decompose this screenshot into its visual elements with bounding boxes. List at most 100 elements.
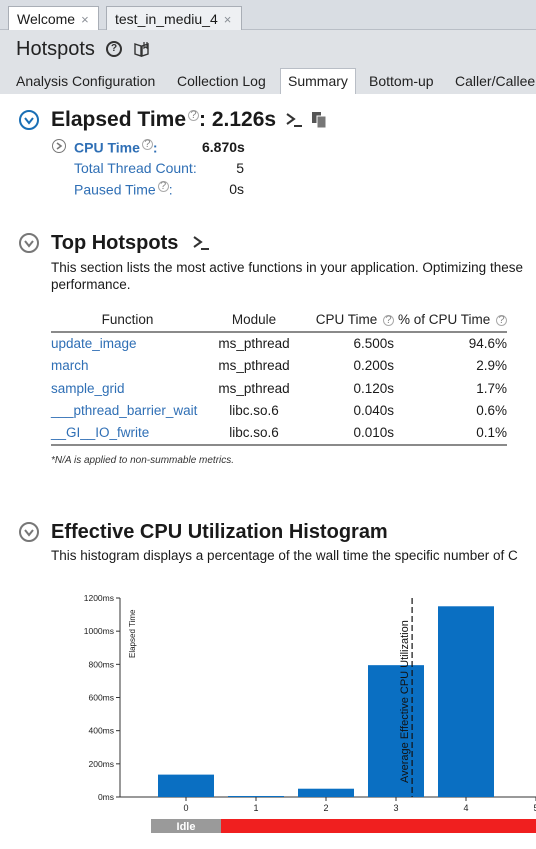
table-row: sample_grid ms_pthread 0.120s 1.7% [51, 377, 507, 400]
elapsed-time-label: Elapsed Time [51, 108, 187, 131]
module-cell: ms_pthread [218, 380, 290, 396]
cpu-time-cell: 0.010s [304, 422, 394, 446]
help-icon[interactable]: ? [141, 139, 153, 150]
module-cell: ms_pthread [218, 336, 290, 352]
help-icon[interactable]: ? [157, 181, 169, 192]
column-header-label: CPU Time [315, 312, 378, 327]
table-row: update_image ms_pthread 6.500s 94.6% [51, 332, 507, 355]
pct-cell: 2.9% [476, 358, 507, 374]
pct-cell: 1.7% [476, 380, 507, 396]
collapse-icon[interactable] [19, 110, 39, 130]
hotspots-table: Function Module CPU Time ? % of CPU Time… [51, 308, 507, 446]
editor-tab-welcome[interactable]: Welcome × [8, 6, 99, 30]
module-cell: ms_pthread [218, 358, 290, 374]
column-header-function[interactable]: Function [51, 308, 204, 333]
collapse-icon[interactable] [19, 522, 39, 542]
pct-cell: 0.1% [394, 422, 507, 446]
help-icon[interactable]: ? [106, 41, 122, 57]
help-icon[interactable]: ? [188, 110, 200, 121]
metric-suffix: : [168, 181, 173, 198]
editor-tab-label: test_in_mediu_4 [115, 11, 218, 27]
function-link[interactable]: march [51, 355, 204, 378]
idle-band-label: Idle [177, 821, 196, 833]
x-tick-label: 2 [323, 803, 328, 813]
y-tick-label: 800ms [88, 659, 114, 669]
x-tick-label: 3 [393, 803, 398, 813]
cpu-time-cell: 0.200s [353, 358, 394, 374]
book-icon[interactable] [133, 41, 150, 57]
x-tick-label: 4 [463, 803, 468, 813]
close-icon[interactable]: × [81, 12, 89, 27]
tab-analysis-configuration[interactable]: Analysis Configuration [16, 70, 155, 94]
close-icon[interactable]: × [224, 12, 232, 27]
metric-label: CPU Time [74, 139, 140, 156]
section-description: This histogram displays a percentage of … [51, 548, 518, 563]
y-tick-label: 600ms [88, 693, 114, 703]
function-link[interactable]: update_image [51, 332, 204, 355]
column-header-cpu-time[interactable]: CPU Time ? [304, 308, 394, 333]
histogram-chart: 0ms 200ms 400ms 600ms 800ms 1000ms 1200ms Elaps… [0, 590, 536, 849]
metric-label: Paused Time [74, 181, 156, 198]
function-link[interactable]: __GI__IO_fwrite [51, 422, 204, 446]
histogram-bar [368, 665, 424, 797]
histogram-heading: Effective CPU Utilization Histogram [51, 521, 388, 543]
metric-total-thread-count[interactable]: Total Thread Count: [74, 160, 197, 176]
metric-suffix: : [152, 139, 158, 156]
view-tabs: Analysis Configuration Collection Log Su… [0, 68, 536, 94]
table-row: ___pthread_barrier_wait libc.so.6 0.040s… [51, 400, 507, 423]
copy-icon[interactable] [311, 111, 329, 129]
column-header-module[interactable]: Module [204, 308, 304, 333]
y-tick-label: 0ms [98, 792, 114, 802]
metric-cpu-time-value: 6.870s [202, 139, 245, 155]
module-cell: libc.so.6 [204, 422, 304, 446]
summary-content: Elapsed Time?: 2.126s CPU Time?: 6.870s … [0, 94, 536, 849]
histogram-bar [158, 774, 214, 797]
section-description: performance. [51, 277, 131, 292]
command-line-icon[interactable] [285, 112, 303, 128]
function-link[interactable]: ___pthread_barrier_wait [51, 400, 204, 423]
tab-bottom-up[interactable]: Bottom-up [369, 70, 434, 94]
column-header-label: % of CPU Time [397, 312, 491, 327]
histogram-bar [298, 788, 354, 797]
x-tick-label: 1 [253, 803, 258, 813]
analysis-header: Hotspots ? Analysis Configuration Collec… [0, 30, 536, 94]
y-tick-label: 1000ms [84, 626, 114, 636]
expand-icon[interactable] [52, 139, 66, 153]
module-cell: libc.so.6 [229, 403, 279, 419]
section-description: This section lists the most active funct… [51, 260, 523, 275]
help-icon[interactable]: ? [496, 314, 507, 326]
elapsed-time-value: : 2.126s [199, 108, 277, 131]
editor-tab-result[interactable]: test_in_mediu_4 × [106, 6, 242, 30]
cpu-time-cell: 6.500s [353, 336, 394, 352]
tab-collection-log[interactable]: Collection Log [177, 70, 266, 94]
tab-summary[interactable]: Summary [280, 68, 356, 94]
average-utilization-label: Average Effective CPU Utilization [399, 620, 411, 783]
cpu-time-cell: 0.120s [353, 380, 394, 396]
cpu-time-cell: 0.040s [353, 403, 394, 419]
y-axis-label: Elapsed Time [128, 609, 137, 658]
y-tick-label: 400ms [88, 726, 114, 736]
metric-cpu-time[interactable]: CPU Time?: [74, 139, 158, 156]
y-tick-label: 1200ms [84, 593, 114, 603]
y-tick-label: 200ms [88, 759, 114, 769]
metric-paused-time[interactable]: Paused Time?: [74, 181, 173, 198]
editor-tab-strip: Welcome × test_in_mediu_4 × [0, 0, 536, 30]
metric-thread-count-value: 5 [236, 160, 244, 176]
help-icon[interactable]: ? [383, 314, 394, 326]
function-link[interactable]: sample_grid [51, 377, 204, 400]
pct-cell: 0.6% [476, 403, 507, 419]
collapse-icon[interactable] [19, 233, 39, 253]
histogram-bar [228, 796, 284, 797]
histogram-svg: 0ms 200ms 400ms 600ms 800ms 1000ms 1200ms Elaps… [84, 593, 536, 833]
page-title: Hotspots [16, 38, 95, 60]
table-row: __GI__IO_fwrite libc.so.6 0.010s 0.1% [51, 422, 507, 446]
editor-tab-label: Welcome [17, 11, 76, 27]
tab-caller-callee[interactable]: Caller/Callee [455, 70, 535, 94]
table-row: march ms_pthread 0.200s 2.9% [51, 355, 507, 378]
x-tick-label: 0 [183, 803, 188, 813]
command-line-icon[interactable] [192, 235, 210, 251]
elapsed-time-heading: Elapsed Time?: 2.126s [51, 108, 276, 132]
column-header-pct-cpu-time[interactable]: % of CPU Time ? [394, 308, 507, 333]
top-hotspots-heading: Top Hotspots [51, 232, 179, 254]
utilization-band [221, 819, 536, 833]
